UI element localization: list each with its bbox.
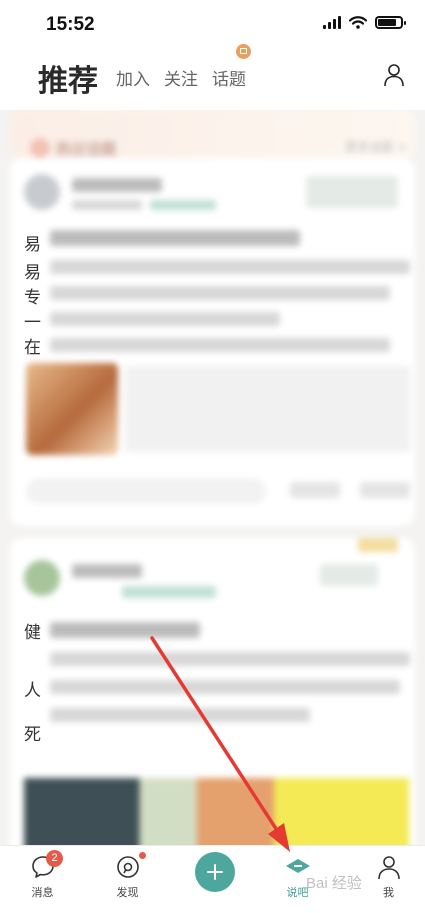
hot-topics-title[interactable]: 热议话题: [56, 138, 116, 159]
nav-messages[interactable]: 2 消息: [0, 846, 85, 913]
compass-icon: [117, 856, 139, 878]
post-card[interactable]: [10, 158, 415, 526]
post-text-fragment: 在: [24, 338, 41, 358]
battery-icon: [375, 16, 406, 29]
tab-join[interactable]: 加入: [116, 65, 150, 90]
post-text-fragment: 死: [24, 725, 41, 745]
plus-icon[interactable]: [195, 852, 235, 892]
post-text-fragment: 人: [24, 681, 41, 701]
status-time: 15:52: [46, 14, 95, 35]
post-text-fragment: 专: [24, 288, 41, 308]
feed-blurred: 热议话题 更多话题 >: [0, 110, 425, 845]
wifi-icon: [349, 16, 367, 29]
post-text-fragment: 易: [24, 235, 41, 255]
avatar: [24, 174, 60, 210]
new-content-dot: [139, 852, 146, 859]
nav-discover[interactable]: 发现: [85, 846, 170, 913]
top-nav: 推荐 加入 关注 话题: [0, 50, 425, 110]
cellular-signal-icon: [323, 16, 341, 29]
tab-topic[interactable]: 话题: [212, 65, 246, 90]
hot-topics-icon: [30, 138, 50, 158]
avatar: [24, 560, 60, 596]
tab-follow[interactable]: 关注: [164, 65, 198, 90]
nav-publish[interactable]: [170, 846, 255, 913]
person-icon: [378, 856, 400, 880]
status-icons: [323, 16, 406, 29]
nav-me-label: 我: [383, 886, 394, 899]
watermark: Bai 经验: [306, 875, 362, 892]
feed: 热议话题 更多话题 > 易 易 专 一 在 健 人 死: [0, 110, 425, 845]
nav-messages-label: 消息: [31, 886, 54, 899]
profile-icon[interactable]: [383, 63, 405, 87]
nav-discover-label: 发现: [116, 886, 139, 899]
message-count-badge: 2: [46, 850, 63, 867]
more-topics-link[interactable]: 更多话题 >: [345, 138, 407, 155]
status-bar: 15:52: [0, 0, 425, 50]
tab-recommend[interactable]: 推荐: [38, 56, 98, 100]
post-text-fragment: 一: [24, 313, 41, 333]
post-thumbnail[interactable]: [26, 363, 118, 455]
gift-icon: [236, 44, 251, 59]
post-text-fragment: 健: [24, 623, 41, 643]
post-text-fragment: 易: [24, 263, 41, 283]
post-image-strip[interactable]: [24, 778, 409, 845]
